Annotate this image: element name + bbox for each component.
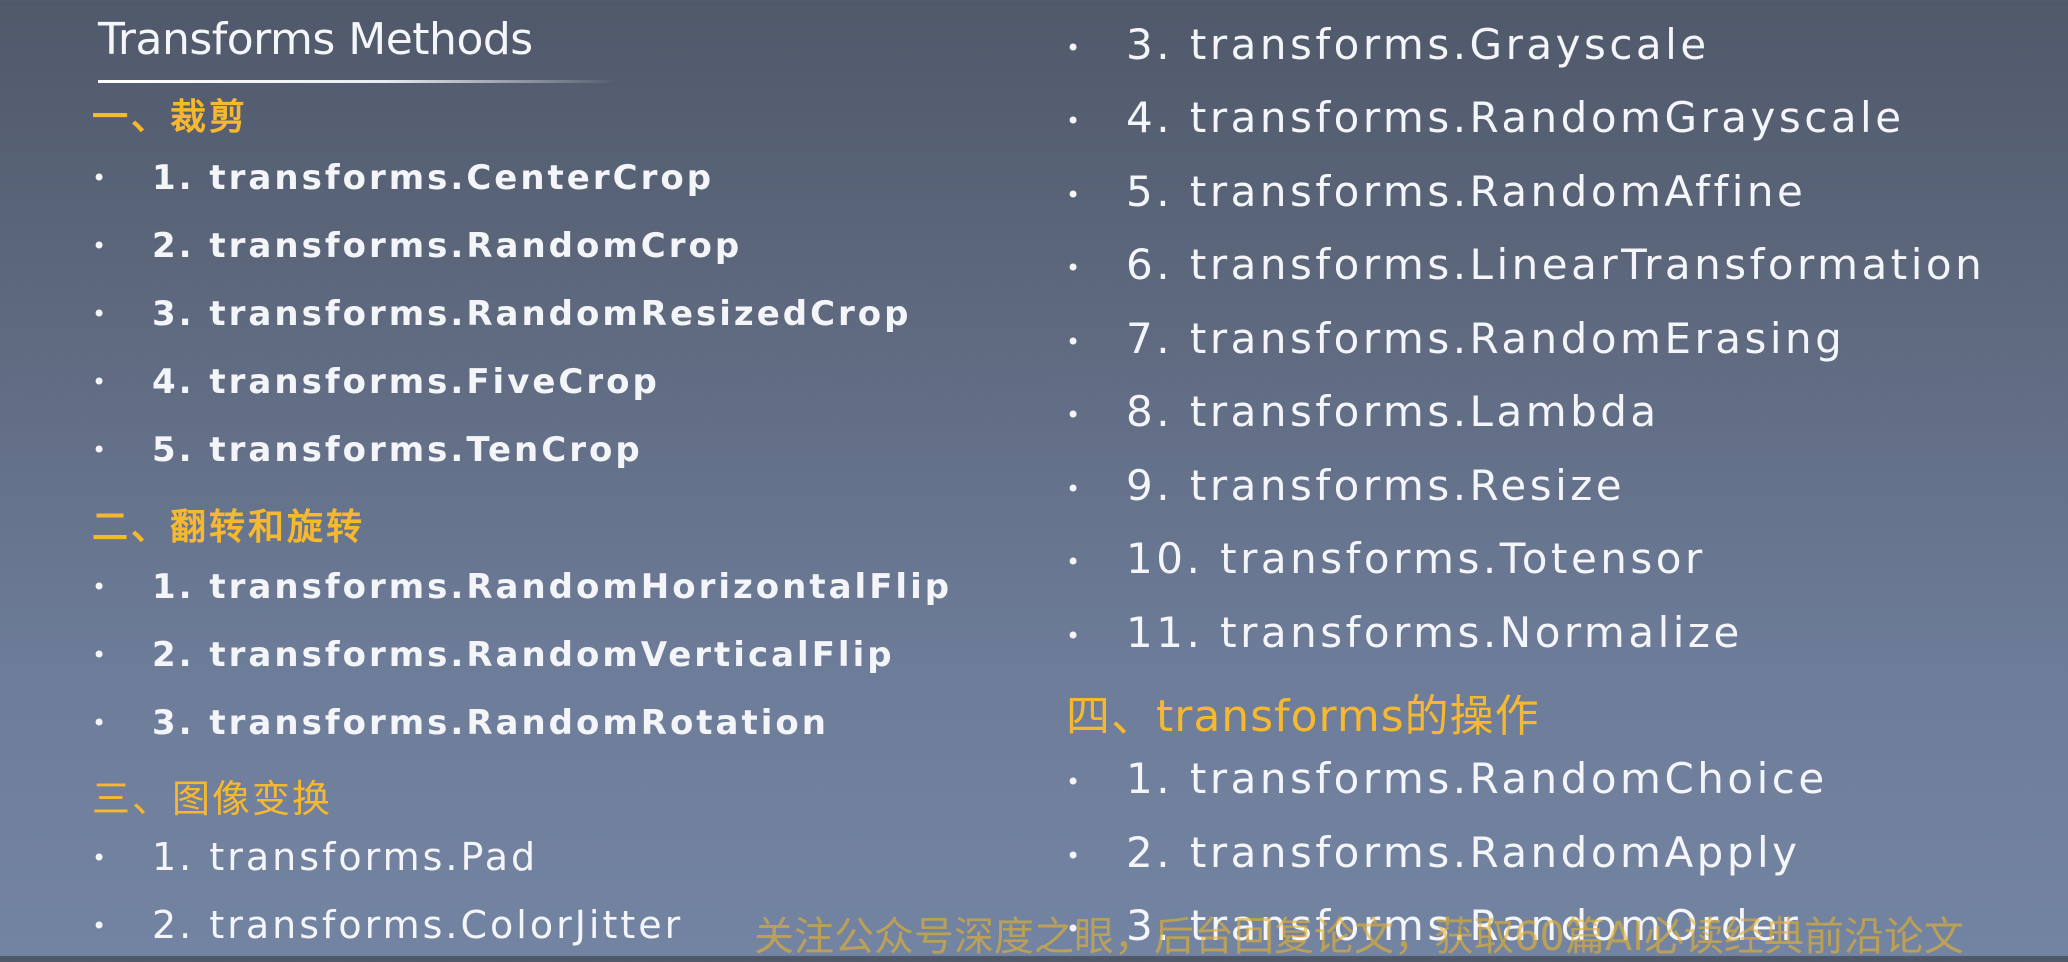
bullet-icon: • (1066, 254, 1081, 282)
list-item-label: 3. transforms.Grayscale (1126, 20, 1710, 69)
bullet-icon: • (1066, 328, 1081, 356)
list-item-label: 6. transforms.LinearTransformation (1126, 240, 1986, 289)
bullet-icon: • (92, 844, 107, 872)
bullet-icon: • (1066, 34, 1081, 62)
bullet-icon: • (1066, 401, 1081, 429)
bullet-icon: • (1066, 107, 1081, 135)
bullet-icon: • (1066, 181, 1081, 209)
bullet-icon: • (1066, 622, 1081, 650)
watermark-text: 关注公众号深度之眼，后台回复论文，获取60篇AI必读经典前沿论文 (754, 914, 1965, 960)
list-item-label: 2. transforms.ColorJitter (152, 903, 684, 947)
bullet-icon: • (1066, 548, 1081, 576)
bullet-icon: • (92, 300, 107, 328)
title-underline (98, 80, 618, 83)
list-item-label: 2. transforms.RandomVerticalFlip (152, 635, 895, 675)
list-item-label: 11. transforms.Normalize (1126, 608, 1743, 657)
bullet-icon: • (92, 368, 107, 396)
bullet-icon: • (92, 641, 107, 669)
bullet-icon: • (92, 436, 107, 464)
section-heading-image-transform: 三、图像变换 (92, 777, 333, 821)
section-heading-crop: 一、裁剪 (92, 97, 249, 138)
list-item-label: 3. transforms.RandomRotation (152, 703, 829, 743)
bullet-icon: • (1066, 768, 1081, 796)
list-item-label: 1. transforms.CenterCrop (152, 158, 715, 198)
slide-title: Transforms Methods (98, 14, 533, 65)
bullet-icon: • (1066, 842, 1081, 870)
bullet-icon: • (92, 912, 107, 940)
list-item-label: 4. transforms.FiveCrop (152, 362, 660, 402)
bullet-icon: • (92, 573, 107, 601)
list-item-label: 5. transforms.RandomAffine (1126, 167, 1807, 216)
list-item-label: 10. transforms.Totensor (1126, 534, 1706, 583)
list-item-label: 8. transforms.Lambda (1126, 387, 1660, 436)
list-item-label: 2. transforms.RandomCrop (152, 226, 743, 266)
list-item-label: 9. transforms.Resize (1126, 461, 1626, 510)
bullet-icon: • (92, 232, 107, 260)
list-item-label: 2. transforms.RandomApply (1126, 828, 1801, 877)
section-heading-operations: 四、transforms的操作 (1066, 691, 1540, 742)
list-item-label: 4. transforms.RandomGrayscale (1126, 93, 1905, 142)
list-item-label: 1. transforms.Pad (152, 835, 539, 879)
bullet-icon: • (1066, 475, 1081, 503)
bullet-icon: • (92, 709, 107, 737)
list-item-label: 7. transforms.RandomErasing (1126, 314, 1846, 363)
bullet-icon: • (92, 164, 107, 192)
list-item-label: 5. transforms.TenCrop (152, 430, 643, 470)
list-item-label: 3. transforms.RandomResizedCrop (152, 294, 912, 334)
section-heading-flip-rotate: 二、翻转和旋转 (92, 507, 366, 548)
list-item-label: 1. transforms.RandomChoice (1126, 754, 1828, 803)
list-item-label: 1. transforms.RandomHorizontalFlip (152, 567, 953, 607)
